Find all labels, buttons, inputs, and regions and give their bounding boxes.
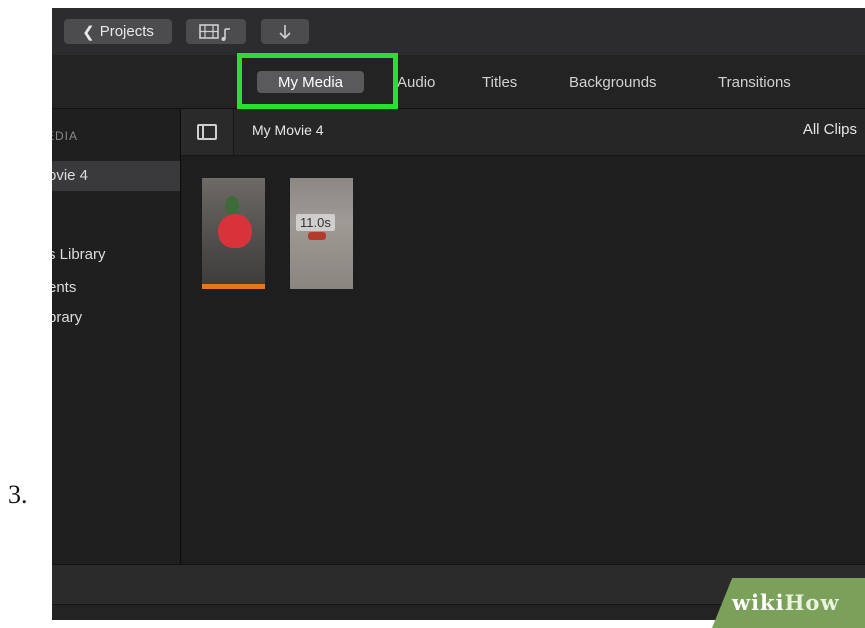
media-browser-toggle-button[interactable] [186, 19, 246, 44]
wikihow-watermark: wikiHow [732, 590, 840, 615]
tab-audio[interactable]: Audio [397, 71, 435, 93]
browser-tabs: My Media Audio Titles Backgrounds Transi… [52, 55, 865, 109]
content-header: My Movie 4 All Clips [181, 109, 865, 156]
tab-titles[interactable]: Titles [482, 71, 517, 93]
top-toolbar: ❮ Projects [52, 8, 865, 55]
tab-backgrounds[interactable]: Backgrounds [569, 71, 657, 93]
clip-filter-dropdown[interactable]: All Clips [803, 121, 857, 138]
sidebar-header: EDIA [52, 129, 79, 143]
clip-image-detail [218, 214, 252, 248]
clip-thumbnail[interactable] [202, 178, 265, 289]
imovie-window: ❮ Projects My Media Audio Titles Backgro… [52, 8, 865, 620]
clip-used-indicator [202, 284, 265, 289]
clip-image-detail [308, 232, 326, 240]
libraries-sidebar: EDIA ovie 4 s Library ents brary [52, 109, 181, 564]
clip-thumbnail[interactable]: 11.0s [290, 178, 353, 289]
sidebar-item-library[interactable]: brary [52, 309, 82, 326]
watermark-part2: How [784, 590, 840, 615]
sidebar-item-movie[interactable]: ovie 4 [52, 167, 88, 184]
watermark-part1: wiki [732, 590, 785, 615]
tab-transitions[interactable]: Transitions [718, 71, 791, 93]
import-button[interactable] [261, 19, 309, 44]
down-arrow-icon [279, 24, 291, 39]
sidebar-toggle-button[interactable] [181, 109, 234, 155]
chevron-left-icon: ❮ [82, 23, 95, 41]
clip-image-detail [225, 196, 239, 216]
clip-duration-badge: 11.0s [296, 214, 335, 231]
projects-button[interactable]: ❮ Projects [64, 19, 172, 44]
projects-button-label: Projects [99, 23, 154, 40]
media-browser-area: 11.0s [181, 156, 865, 564]
sidebar-item-photos-library[interactable]: s Library [52, 246, 106, 263]
sidebar-toggle-icon [197, 124, 217, 140]
event-title: My Movie 4 [252, 122, 324, 138]
sidebar-item-events[interactable]: ents [52, 279, 76, 296]
film-music-icon [199, 23, 230, 41]
step-number: 3. [8, 480, 28, 509]
tab-my-media[interactable]: My Media [257, 71, 365, 93]
